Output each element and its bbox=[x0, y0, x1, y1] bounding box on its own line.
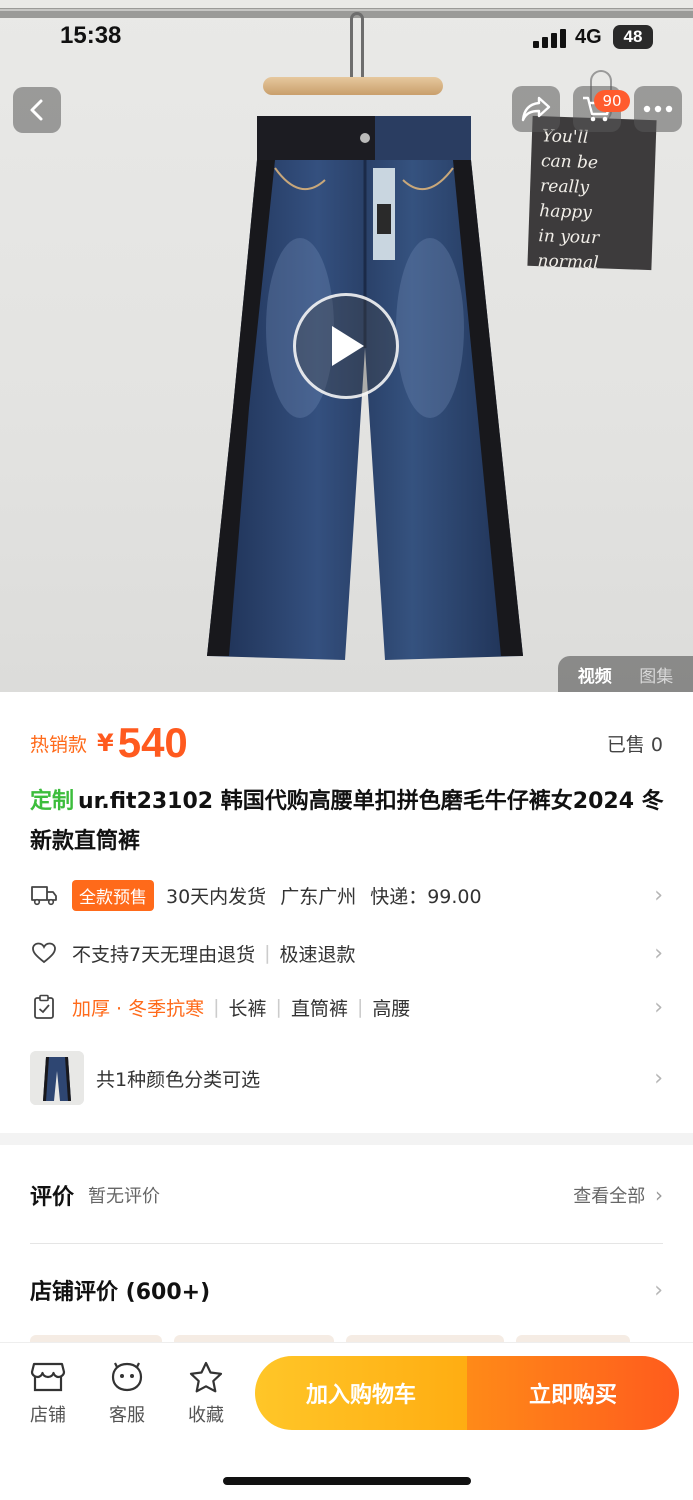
store-reviews-row[interactable]: 店铺评价 (600+) › bbox=[30, 1265, 663, 1315]
favorite-button[interactable]: 收藏 bbox=[176, 1361, 236, 1427]
store-reviews-title: 店铺评价 (600+) bbox=[30, 1280, 211, 1305]
presale-badge: 全款预售 bbox=[72, 879, 154, 911]
clipboard-check-icon bbox=[30, 993, 58, 1021]
quote-card: You'll can be really happy in your norma… bbox=[527, 115, 657, 273]
more-dots-icon bbox=[643, 105, 673, 113]
store-button[interactable]: 店铺 bbox=[18, 1361, 78, 1427]
cart-count-badge: 90 bbox=[594, 90, 630, 112]
view-all-reviews-link[interactable]: 查看全部 › bbox=[573, 1182, 663, 1208]
chevron-right-icon: › bbox=[654, 1277, 663, 1303]
play-video-button[interactable] bbox=[293, 293, 399, 399]
more-button[interactable] bbox=[634, 86, 682, 132]
ship-location: 广东广州 bbox=[280, 885, 357, 908]
home-indicator bbox=[223, 1477, 471, 1485]
feature-tag: 长裤 bbox=[228, 997, 267, 1020]
battery-indicator: 48 bbox=[613, 25, 653, 49]
chat-face-icon bbox=[111, 1362, 143, 1392]
chevron-right-icon: › bbox=[654, 940, 663, 966]
variant-summary: 共1种颜色分类可选 bbox=[96, 1068, 261, 1091]
feature-tag: 高腰 bbox=[372, 997, 411, 1020]
price-row: 热销款 ¥ 540 已售 0 bbox=[30, 715, 663, 771]
currency-symbol: ¥ bbox=[97, 729, 114, 757]
tab-video[interactable]: 视频 bbox=[578, 662, 612, 687]
buy-now-button[interactable]: 立即购买 bbox=[467, 1356, 679, 1430]
chevron-right-icon: › bbox=[654, 994, 663, 1020]
reviews-title: 评价 bbox=[30, 1185, 75, 1210]
service-row[interactable]: 不支持7天无理由退货 | 极速退款 › bbox=[30, 928, 663, 978]
feature-tag: 直筒裤 bbox=[290, 997, 348, 1020]
back-button[interactable] bbox=[13, 87, 61, 133]
truck-icon bbox=[30, 881, 58, 909]
star-icon bbox=[189, 1361, 223, 1393]
custom-tag: 定制 bbox=[30, 789, 75, 814]
hanger bbox=[263, 77, 443, 95]
section-divider bbox=[0, 1133, 693, 1145]
product-title: 定制 ur.fit23102 韩国代购高腰单扣拼色磨毛牛仔裤女2024 冬新款直筒… bbox=[30, 789, 664, 854]
price: 540 bbox=[117, 719, 188, 766]
reviews-row[interactable]: 评价 暂无评价 查看全部 › bbox=[30, 1170, 663, 1220]
variant-thumbnail bbox=[30, 1051, 84, 1105]
hot-sale-label: 热销款 bbox=[30, 733, 88, 756]
no-return-policy: 不支持7天无理由退货 bbox=[72, 943, 256, 966]
features-row[interactable]: 加厚 · 冬季抗寒 | 长裤 | 直筒裤 | 高腰 › bbox=[30, 982, 663, 1032]
reviews-status: 暂无评价 bbox=[88, 1186, 161, 1207]
chevron-left-icon bbox=[30, 99, 43, 121]
play-icon bbox=[332, 326, 364, 366]
network-type: 4G bbox=[575, 26, 602, 48]
heart-icon bbox=[30, 939, 58, 967]
express-fee: 快递：99.00 bbox=[370, 885, 482, 908]
tab-gallery[interactable]: 图集 bbox=[639, 662, 673, 687]
ship-time: 30天内发货 bbox=[166, 885, 267, 908]
share-button[interactable] bbox=[512, 86, 560, 132]
media-tabs: 视频 图集 bbox=[558, 656, 693, 692]
chevron-right-icon: › bbox=[654, 1065, 663, 1091]
chevron-right-icon: › bbox=[654, 882, 663, 908]
signal-icon bbox=[533, 28, 567, 48]
sold-count: 已售 0 bbox=[606, 733, 663, 756]
chevron-right-icon: › bbox=[655, 1183, 663, 1207]
variant-selector-row[interactable]: 共1种颜色分类可选 › bbox=[30, 1050, 663, 1106]
status-bar: 15:38 4G 48 bbox=[0, 0, 693, 78]
share-icon bbox=[521, 96, 551, 122]
feature-highlight: 加厚 · 冬季抗寒 bbox=[72, 997, 205, 1020]
add-to-cart-button[interactable]: 加入购物车 bbox=[255, 1356, 467, 1430]
shipping-row[interactable]: 全款预售 30天内发货 广东广州 快递：99.00 › bbox=[30, 870, 663, 920]
store-icon bbox=[30, 1362, 66, 1392]
fast-refund: 极速退款 bbox=[279, 943, 356, 966]
clock: 15:38 bbox=[60, 22, 122, 49]
customer-service-button[interactable]: 客服 bbox=[97, 1361, 157, 1427]
